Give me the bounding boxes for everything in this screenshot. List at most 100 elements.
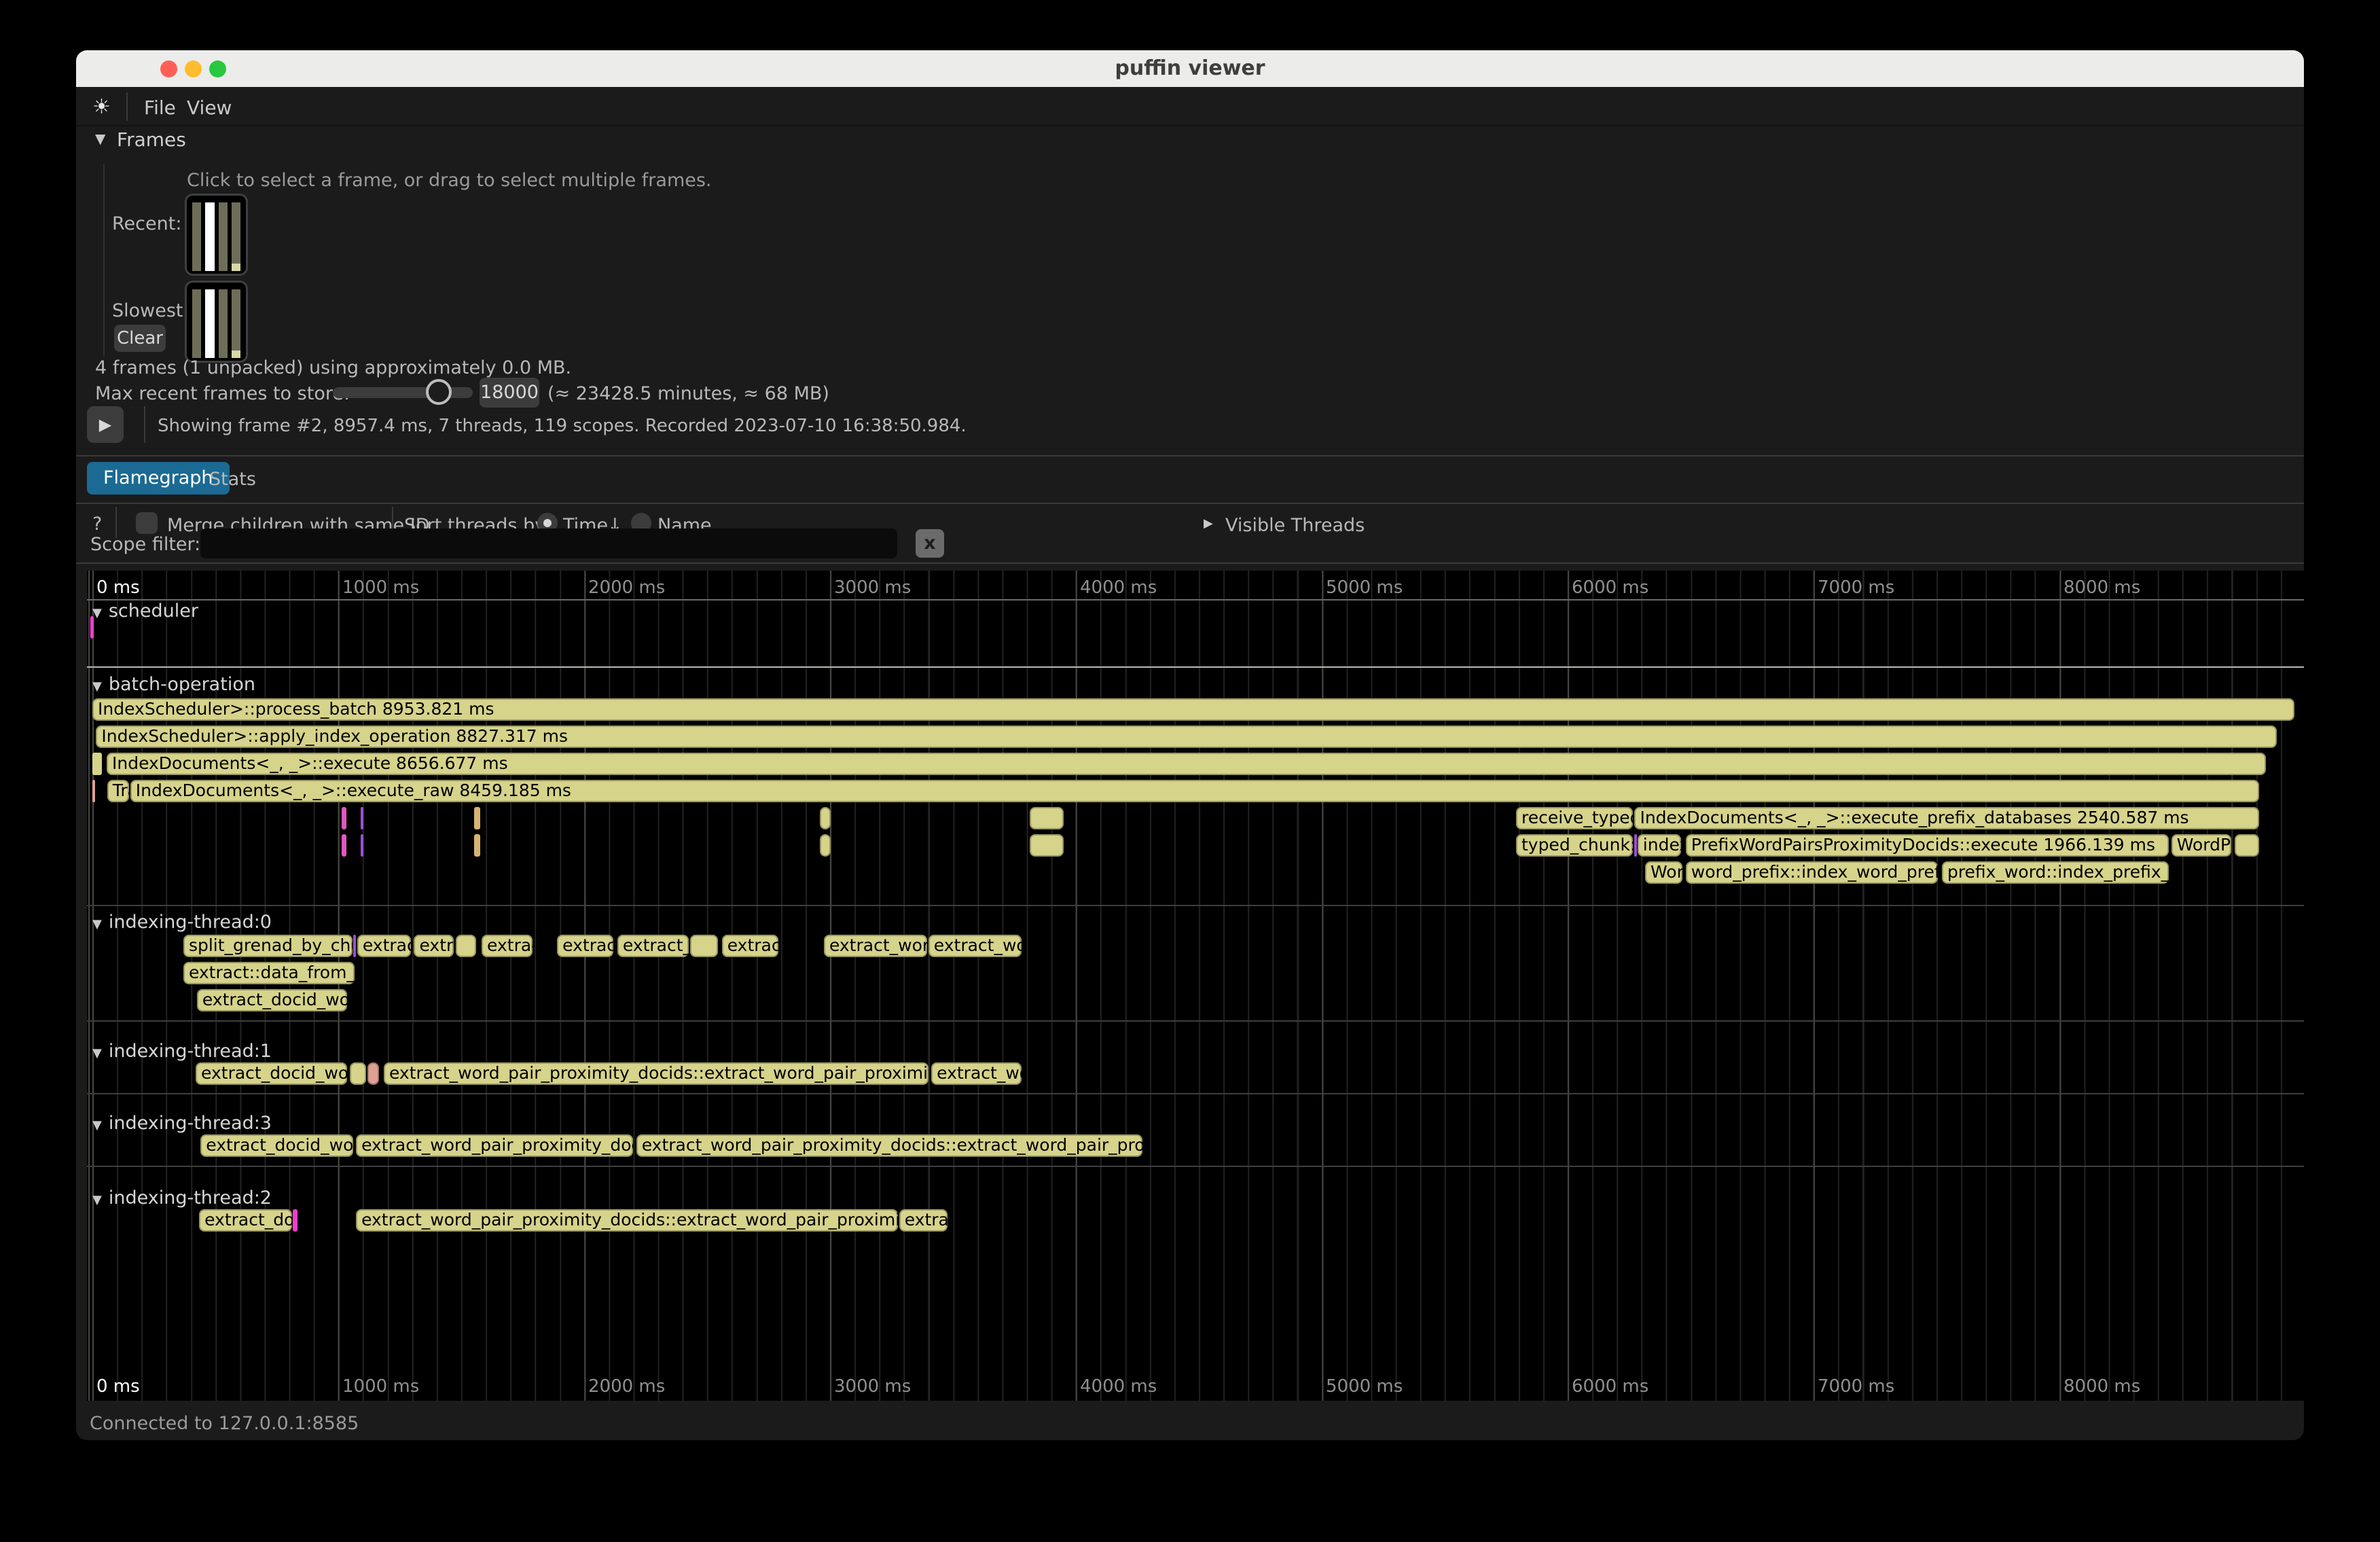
flame-scope-bar[interactable]: extract_docid_word — [196, 1062, 347, 1085]
max-frames-slider-track[interactable] — [333, 387, 473, 398]
flame-scope-bar[interactable] — [353, 935, 356, 957]
flame-scope-bar[interactable]: extract_word_pair_proximity_docids::extr… — [356, 1209, 897, 1232]
max-frames-slider-knob[interactable] — [426, 379, 452, 405]
flame-scope-bar[interactable]: split_grenad_by_chun — [183, 935, 353, 957]
flame-scope-bar[interactable]: index — [1638, 834, 1681, 857]
frame-bar[interactable] — [219, 202, 228, 271]
visible-threads-collapse-icon[interactable]: ▶ — [1204, 516, 1213, 531]
flame-scope-bar[interactable]: extract_ — [557, 935, 613, 957]
section-separator — [87, 1020, 2304, 1022]
frame-bar[interactable] — [205, 289, 214, 358]
thread-header-scheduler[interactable]: ▼scheduler — [92, 600, 198, 622]
flame-scope-bar[interactable]: extract_doc — [199, 1209, 292, 1232]
tab-flamegraph[interactable]: Flamegraph — [87, 462, 230, 495]
flame-scope-bar[interactable]: IndexDocuments<_, _>::execute_raw 8459.1… — [130, 780, 2259, 802]
flame-scope-bar[interactable] — [92, 780, 95, 802]
flame-scope-bar[interactable] — [1634, 834, 1637, 857]
flame-scope-bar[interactable]: IndexDocuments<_, _>::execute_prefix_dat… — [1634, 807, 2258, 829]
flame-scope-bar[interactable] — [456, 935, 476, 957]
flame-scope-bar[interactable] — [820, 807, 831, 829]
flame-scope-bar[interactable]: typed_chunk::w — [1516, 834, 1633, 857]
flame-scope-bar[interactable] — [367, 1062, 379, 1085]
thread-collapse-icon[interactable]: ▼ — [92, 679, 102, 694]
slowest-frames-thumbnail[interactable] — [185, 281, 248, 363]
flame-scope-bar[interactable] — [690, 935, 718, 957]
thread-collapse-icon[interactable]: ▼ — [92, 606, 102, 620]
flame-scope-bar[interactable]: WordPr — [2171, 834, 2232, 857]
thread-header-batch-operation[interactable]: ▼batch-operation — [92, 674, 255, 695]
clear-button[interactable]: Clear — [114, 325, 166, 352]
frame-bar[interactable] — [232, 202, 240, 271]
flame-scope-bar[interactable] — [293, 1209, 298, 1232]
axis-tick-label: 3000 ms — [834, 577, 911, 598]
flame-scope-bar[interactable] — [474, 834, 480, 857]
flame-scope-bar[interactable]: Word — [1645, 861, 1682, 884]
flame-scope-bar[interactable] — [92, 753, 102, 775]
recent-frames-thumbnail[interactable] — [185, 194, 248, 276]
flame-scope-bar[interactable] — [361, 834, 363, 857]
flame-scope-bar[interactable]: PrefixWordPairsProximityDocids::execute … — [1686, 834, 2169, 857]
frame-bar[interactable] — [219, 289, 228, 358]
frame-bar[interactable] — [192, 202, 201, 271]
visible-threads-label[interactable]: Visible Threads — [1225, 515, 1365, 536]
thread-collapse-icon[interactable]: ▼ — [92, 1046, 102, 1060]
thread-header-indexing-thread-0[interactable]: ▼indexing-thread:0 — [92, 912, 272, 933]
flame-scope-bar[interactable]: extract::data_from_ob — [183, 962, 355, 984]
flame-scope-bar[interactable]: extract_ — [617, 935, 689, 957]
flamegraph-canvas[interactable]: 0 ms0 ms1000 ms1000 ms2000 ms2000 ms3000… — [87, 571, 2304, 1401]
flame-scope-bar[interactable]: extract_wo — [931, 1062, 1022, 1085]
max-frames-value[interactable]: 18000 — [480, 378, 539, 408]
flame-scope-bar[interactable]: extra — [414, 935, 454, 957]
thread-collapse-icon[interactable]: ▼ — [92, 1118, 102, 1132]
frame-bar[interactable] — [192, 289, 201, 358]
flame-scope-bar[interactable] — [361, 807, 363, 829]
flame-scope-bar[interactable]: extract_word_pair_proximity_docids — [356, 1134, 633, 1157]
help-button[interactable]: ? — [92, 514, 102, 535]
flame-scope-bar[interactable] — [2235, 834, 2259, 857]
flame-scope-bar[interactable] — [1030, 834, 1064, 857]
thread-header-indexing-thread-2[interactable]: ▼indexing-thread:2 — [92, 1187, 272, 1208]
flame-scope-bar[interactable]: Trans — [107, 780, 129, 802]
menu-file[interactable]: File — [144, 96, 176, 119]
thread-collapse-icon[interactable]: ▼ — [92, 1193, 102, 1207]
flame-scope-bar[interactable]: extract_word — [824, 935, 927, 957]
thread-header-indexing-thread-3[interactable]: ▼indexing-thread:3 — [92, 1113, 272, 1134]
frame-bar[interactable] — [205, 202, 214, 271]
flame-scope-bar[interactable]: extract — [357, 935, 411, 957]
frames-collapse-icon[interactable]: ▼ — [95, 130, 105, 147]
flame-scope-bar[interactable]: extract_docid_word — [200, 1134, 353, 1157]
flame-scope-bar[interactable] — [1030, 807, 1064, 829]
play-button[interactable]: ▶ — [87, 406, 124, 443]
merge-children-checkbox[interactable] — [136, 512, 158, 534]
scope-filter-input[interactable] — [200, 528, 897, 558]
frames-header[interactable]: Frames — [117, 128, 186, 151]
flame-scope-bar[interactable]: extrac — [899, 1209, 948, 1232]
flame-scope-bar[interactable]: extract — [722, 935, 778, 957]
flame-scope-bar[interactable] — [90, 616, 94, 639]
flame-scope-bar[interactable]: IndexScheduler>::process_batch 8953.821 … — [92, 698, 2294, 721]
theme-toggle-icon[interactable]: ☀ — [92, 95, 111, 119]
axis-tick-label: 0 ms — [96, 1376, 140, 1397]
thread-collapse-icon[interactable]: ▼ — [92, 917, 102, 931]
frame-bar[interactable] — [232, 289, 240, 358]
flame-scope-bar[interactable]: extrac — [482, 935, 533, 957]
flame-scope-bar[interactable]: extract_word_pair_proximity_docids::extr… — [384, 1062, 928, 1085]
flame-scope-bar[interactable]: prefix_word::index_prefix_wo — [1942, 861, 2169, 884]
flame-scope-bar[interactable] — [474, 807, 480, 829]
tab-stats[interactable]: Stats — [209, 469, 256, 490]
scope-filter-clear-button[interactable]: x — [916, 529, 944, 558]
recent-label: Recent: — [112, 213, 181, 234]
flame-scope-bar[interactable]: receive_typed_ — [1516, 807, 1633, 829]
flame-scope-bar[interactable] — [820, 834, 831, 857]
flame-scope-bar[interactable]: word_prefix::index_word_prefix — [1686, 861, 1938, 884]
flame-scope-bar[interactable] — [342, 807, 346, 829]
thread-header-indexing-thread-1[interactable]: ▼indexing-thread:1 — [92, 1041, 272, 1062]
menu-view[interactable]: View — [187, 96, 232, 119]
flame-scope-bar[interactable] — [350, 1062, 366, 1085]
flame-scope-bar[interactable]: IndexScheduler>::apply_index_operation 8… — [96, 725, 2277, 748]
flame-scope-bar[interactable] — [342, 834, 346, 857]
flame-scope-bar[interactable]: extract_wo — [928, 935, 1022, 957]
flame-scope-bar[interactable]: extract_docid_word — [197, 989, 347, 1011]
flame-scope-bar[interactable]: extract_word_pair_proximity_docids::extr… — [636, 1134, 1143, 1157]
flame-scope-bar[interactable]: IndexDocuments<_, _>::execute 8656.677 m… — [107, 753, 2266, 775]
